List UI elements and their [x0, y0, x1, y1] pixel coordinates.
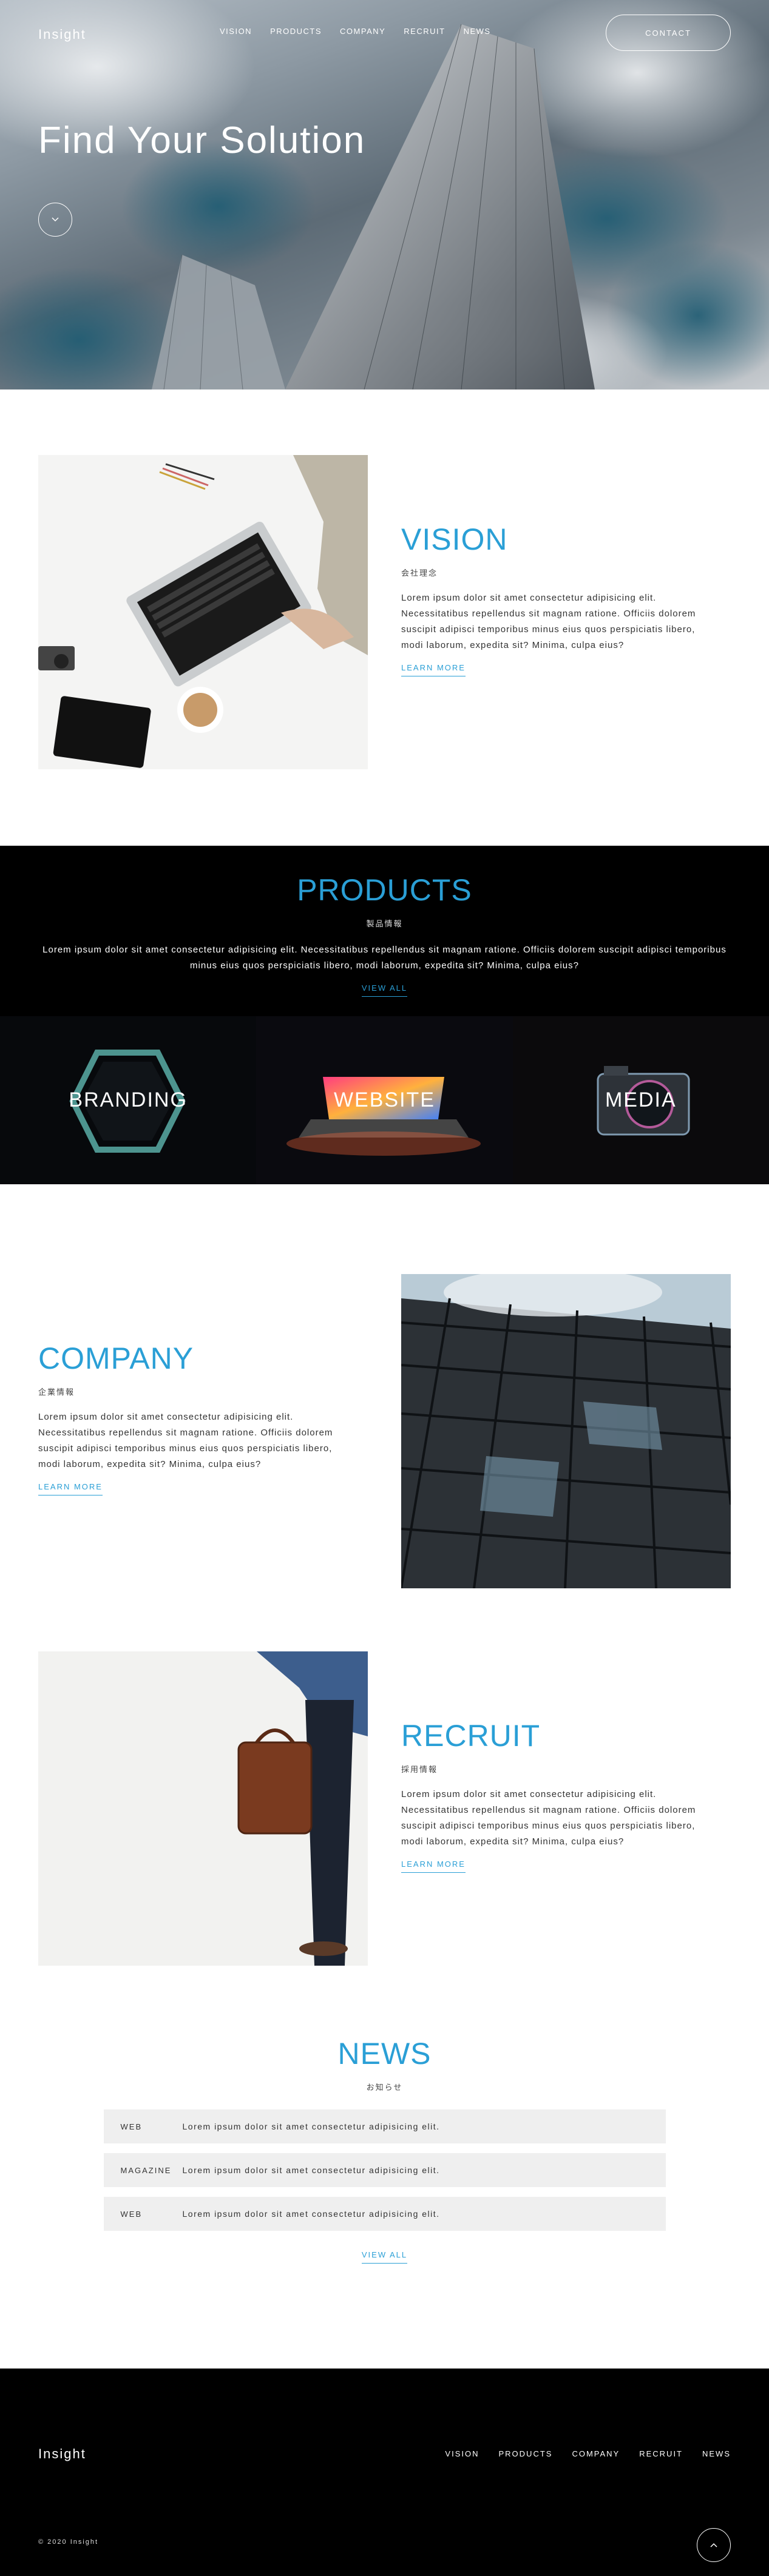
news-headline: Lorem ipsum dolor sit amet consectetur a… [182, 2209, 440, 2219]
footer-nav-recruit[interactable]: RECRUIT [639, 2449, 683, 2458]
news-section: NEWS お知らせ WEB Lorem ipsum dolor sit amet… [0, 2006, 769, 2369]
vision-learn-more-link[interactable]: LEARN MORE [401, 663, 466, 676]
nav-products[interactable]: PRODUCTS [270, 27, 322, 36]
vision-title: VISION [401, 522, 508, 556]
vision-body: Lorem ipsum dolor sit amet consectetur a… [401, 593, 696, 650]
product-tile-branding[interactable]: BRANDING [0, 1016, 257, 1184]
chevron-down-icon [52, 217, 59, 222]
recruit-body: Lorem ipsum dolor sit amet consectetur a… [401, 1789, 696, 1847]
company-section: COMPANY 企業情報 Lorem ipsum dolor sit amet … [0, 1209, 769, 1588]
products-section: PRODUCTS 製品情報 Lorem ipsum dolor sit amet… [0, 846, 769, 1184]
vision-section: VISION 会社理念 Lorem ipsum dolor sit amet c… [0, 389, 769, 769]
company-body: Lorem ipsum dolor sit amet consectetur a… [38, 1412, 333, 1469]
company-subtitle: 企業情報 [38, 1387, 75, 1397]
recruit-subtitle: 採用情報 [401, 1765, 438, 1774]
tile-branding-label: BRANDING [69, 1088, 188, 1111]
product-tile-media[interactable]: MEDIA [512, 1016, 769, 1184]
footer-nav-products[interactable]: PRODUCTS [499, 2449, 553, 2458]
chevron-up-icon [710, 2543, 717, 2547]
site-logo[interactable]: Insight [38, 27, 86, 42]
recruit-image [38, 1651, 368, 1966]
recruit-learn-more-link[interactable]: LEARN MORE [401, 1860, 466, 1873]
nav-recruit[interactable]: RECRUIT [404, 27, 445, 36]
nav-company[interactable]: COMPANY [340, 27, 385, 36]
footer-logo[interactable]: Insight [38, 2446, 86, 2462]
news-view-all-link[interactable]: VIEW ALL [361, 2250, 408, 2264]
contact-button[interactable]: CONTACT [606, 15, 731, 51]
products-body: Lorem ipsum dolor sit amet consectetur a… [42, 945, 727, 971]
vision-image [38, 455, 368, 769]
hero-section: Insight VISION PRODUCTS COMPANY RECRUIT … [0, 0, 769, 389]
company-learn-more-link[interactable]: LEARN MORE [38, 1482, 103, 1495]
news-item[interactable]: MAGAZINE Lorem ipsum dolor sit amet cons… [103, 2153, 666, 2187]
recruit-title: RECRUIT [401, 1719, 541, 1753]
footer-nav-news[interactable]: NEWS [702, 2449, 731, 2458]
copyright: © 2020 Insight [38, 2538, 99, 2546]
hero-title: Find Your Solution [38, 120, 366, 161]
news-headline: Lorem ipsum dolor sit amet consectetur a… [182, 2122, 440, 2131]
back-to-top-button[interactable] [697, 2528, 731, 2562]
recruit-section: RECRUIT 採用情報 Lorem ipsum dolor sit amet … [0, 1586, 769, 1966]
main-nav: VISION PRODUCTS COMPANY RECRUIT NEWS [220, 27, 491, 36]
news-item[interactable]: WEB Lorem ipsum dolor sit amet consectet… [103, 2109, 666, 2143]
news-item[interactable]: WEB Lorem ipsum dolor sit amet consectet… [103, 2197, 666, 2231]
products-subtitle: 製品情報 [366, 919, 403, 928]
nav-news[interactable]: NEWS [464, 27, 491, 36]
footer-nav: VISION PRODUCTS COMPANY RECRUIT NEWS [445, 2449, 731, 2458]
scroll-down-button[interactable] [38, 203, 72, 237]
top-navigation: Insight VISION PRODUCTS COMPANY RECRUIT … [0, 0, 769, 67]
news-title: NEWS [337, 2037, 432, 2071]
news-category: WEB [120, 2122, 143, 2131]
company-title: COMPANY [38, 1341, 194, 1375]
products-title: PRODUCTS [297, 873, 472, 907]
news-category: WEB [120, 2209, 143, 2219]
news-headline: Lorem ipsum dolor sit amet consectetur a… [182, 2165, 440, 2175]
company-image [401, 1274, 731, 1588]
footer-nav-vision[interactable]: VISION [445, 2449, 479, 2458]
products-view-all-link[interactable]: VIEW ALL [361, 983, 408, 997]
products-tiles: BRANDING WEBSITE MEDIA [0, 1016, 769, 1184]
recruit-text: RECRUIT 採用情報 Lorem ipsum dolor sit amet … [401, 1718, 717, 1873]
news-category: MAGAZINE [120, 2165, 172, 2175]
tile-media-label: MEDIA [605, 1088, 677, 1111]
footer: Insight VISION PRODUCTS COMPANY RECRUIT … [0, 2369, 769, 2576]
tile-website-label: WEBSITE [333, 1088, 435, 1111]
news-list: WEB Lorem ipsum dolor sit amet consectet… [103, 2109, 666, 2231]
company-text: COMPANY 企業情報 Lorem ipsum dolor sit amet … [38, 1341, 354, 1495]
vision-text: VISION 会社理念 Lorem ipsum dolor sit amet c… [401, 522, 717, 676]
nav-vision[interactable]: VISION [220, 27, 252, 36]
vision-subtitle: 会社理念 [401, 568, 438, 578]
products-header: PRODUCTS 製品情報 Lorem ipsum dolor sit amet… [0, 846, 769, 997]
footer-nav-company[interactable]: COMPANY [572, 2449, 620, 2458]
product-tile-website[interactable]: WEBSITE [256, 1016, 513, 1184]
news-subtitle: お知らせ [366, 2083, 403, 2092]
